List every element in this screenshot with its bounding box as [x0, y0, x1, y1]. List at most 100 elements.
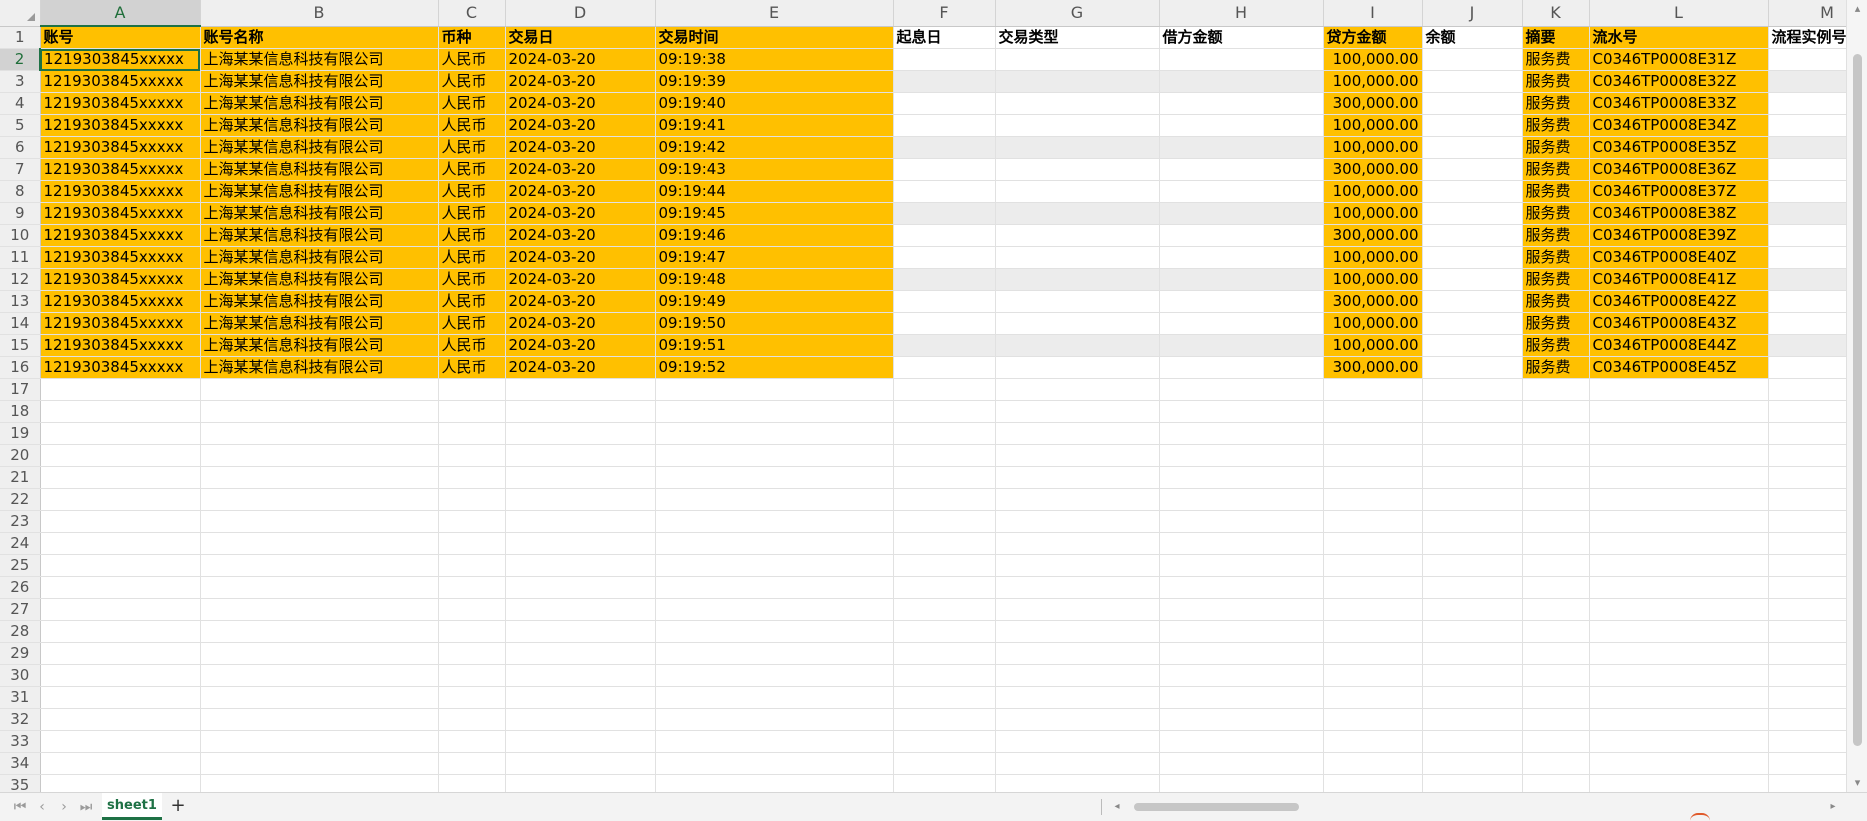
cell-j31[interactable]: [1422, 686, 1523, 709]
cell-f35[interactable]: [893, 774, 996, 792]
row-header[interactable]: 13: [0, 290, 41, 313]
cell-l13[interactable]: C0346TP0008E42Z: [1589, 290, 1769, 313]
tab-scroll-divider[interactable]: [1101, 799, 1102, 815]
cell-g16[interactable]: [995, 356, 1160, 379]
cell-g13[interactable]: [995, 290, 1160, 313]
cell-f27[interactable]: [893, 598, 996, 621]
cell-j27[interactable]: [1422, 598, 1523, 621]
cell-d26[interactable]: [505, 576, 656, 599]
cell-i7[interactable]: 300,000.00: [1323, 158, 1423, 181]
row-header[interactable]: 18: [0, 400, 41, 423]
row-header[interactable]: 1: [0, 26, 41, 49]
cell-g22[interactable]: [995, 488, 1160, 511]
cell-e18[interactable]: [655, 400, 894, 423]
cell-a17[interactable]: [40, 378, 201, 401]
cell-f31[interactable]: [893, 686, 996, 709]
cell-m34[interactable]: [1768, 752, 1846, 775]
cell-m3[interactable]: [1768, 70, 1846, 93]
cell-m16[interactable]: [1768, 356, 1846, 379]
cell-k35[interactable]: [1522, 774, 1590, 792]
cell-b28[interactable]: [200, 620, 439, 643]
cell-h8[interactable]: [1159, 180, 1324, 203]
cell-i11[interactable]: 100,000.00: [1323, 246, 1423, 269]
cell-i22[interactable]: [1323, 488, 1423, 511]
cell-l1[interactable]: 流水号: [1589, 26, 1769, 49]
horizontal-scroll-thumb[interactable]: [1134, 803, 1299, 811]
cell-a21[interactable]: [40, 466, 201, 489]
cell-h24[interactable]: [1159, 532, 1324, 555]
cell-j15[interactable]: [1422, 334, 1523, 357]
row-header[interactable]: 29: [0, 642, 41, 665]
cell-l26[interactable]: [1589, 576, 1769, 599]
cell-c31[interactable]: [438, 686, 506, 709]
cell-e35[interactable]: [655, 774, 894, 792]
cell-l16[interactable]: C0346TP0008E45Z: [1589, 356, 1769, 379]
cell-i27[interactable]: [1323, 598, 1423, 621]
cell-i23[interactable]: [1323, 510, 1423, 533]
cell-l17[interactable]: [1589, 378, 1769, 401]
cell-f1[interactable]: 起息日: [893, 26, 996, 49]
cell-d5[interactable]: 2024-03-20: [505, 114, 656, 137]
cell-b11[interactable]: 上海某某信息科技有限公司: [200, 246, 439, 269]
cell-c24[interactable]: [438, 532, 506, 555]
cell-h2[interactable]: [1159, 48, 1324, 71]
cell-k22[interactable]: [1522, 488, 1590, 511]
row-header[interactable]: 8: [0, 180, 41, 203]
cell-b10[interactable]: 上海某某信息科技有限公司: [200, 224, 439, 247]
cell-b17[interactable]: [200, 378, 439, 401]
cell-g17[interactable]: [995, 378, 1160, 401]
row-header[interactable]: 3: [0, 70, 41, 93]
column-header-g[interactable]: G: [995, 0, 1160, 27]
cell-e33[interactable]: [655, 730, 894, 753]
scroll-down-icon[interactable]: ▾: [1847, 774, 1867, 792]
cell-f12[interactable]: [893, 268, 996, 291]
cell-e6[interactable]: 09:19:42: [655, 136, 894, 159]
cell-i29[interactable]: [1323, 642, 1423, 665]
cell-d31[interactable]: [505, 686, 656, 709]
cell-h19[interactable]: [1159, 422, 1324, 445]
row-header[interactable]: 17: [0, 378, 41, 401]
cell-e9[interactable]: 09:19:45: [655, 202, 894, 225]
cell-m9[interactable]: [1768, 202, 1846, 225]
cell-b8[interactable]: 上海某某信息科技有限公司: [200, 180, 439, 203]
cell-f7[interactable]: [893, 158, 996, 181]
cell-e24[interactable]: [655, 532, 894, 555]
cell-j21[interactable]: [1422, 466, 1523, 489]
cell-g31[interactable]: [995, 686, 1160, 709]
cell-b12[interactable]: 上海某某信息科技有限公司: [200, 268, 439, 291]
cell-c23[interactable]: [438, 510, 506, 533]
cell-h4[interactable]: [1159, 92, 1324, 115]
chevron-right-icon[interactable]: ›: [56, 798, 72, 816]
horizontal-scrollbar[interactable]: ◂ ▸: [1110, 799, 1840, 815]
cell-h22[interactable]: [1159, 488, 1324, 511]
cell-b22[interactable]: [200, 488, 439, 511]
cell-f8[interactable]: [893, 180, 996, 203]
cell-d17[interactable]: [505, 378, 656, 401]
cell-a12[interactable]: 1219303845xxxxx: [40, 268, 201, 291]
cell-i32[interactable]: [1323, 708, 1423, 731]
cell-e3[interactable]: 09:19:39: [655, 70, 894, 93]
cell-c1[interactable]: 币种: [438, 26, 506, 49]
cell-c20[interactable]: [438, 444, 506, 467]
cell-l8[interactable]: C0346TP0008E37Z: [1589, 180, 1769, 203]
cell-d11[interactable]: 2024-03-20: [505, 246, 656, 269]
vertical-scrollbar[interactable]: ▴ ▾: [1846, 0, 1867, 792]
cell-g18[interactable]: [995, 400, 1160, 423]
row-header[interactable]: 19: [0, 422, 41, 445]
row-header[interactable]: 2: [0, 48, 41, 71]
column-header-b[interactable]: B: [200, 0, 439, 27]
cell-f13[interactable]: [893, 290, 996, 313]
cell-l4[interactable]: C0346TP0008E33Z: [1589, 92, 1769, 115]
cell-i3[interactable]: 100,000.00: [1323, 70, 1423, 93]
cell-j5[interactable]: [1422, 114, 1523, 137]
row-header[interactable]: 31: [0, 686, 41, 709]
cell-l6[interactable]: C0346TP0008E35Z: [1589, 136, 1769, 159]
cell-a7[interactable]: 1219303845xxxxx: [40, 158, 201, 181]
cell-f30[interactable]: [893, 664, 996, 687]
cell-c33[interactable]: [438, 730, 506, 753]
chevron-left-icon[interactable]: ‹: [34, 798, 50, 816]
cell-f20[interactable]: [893, 444, 996, 467]
cell-g28[interactable]: [995, 620, 1160, 643]
row-header[interactable]: 26: [0, 576, 41, 599]
cell-m6[interactable]: [1768, 136, 1846, 159]
